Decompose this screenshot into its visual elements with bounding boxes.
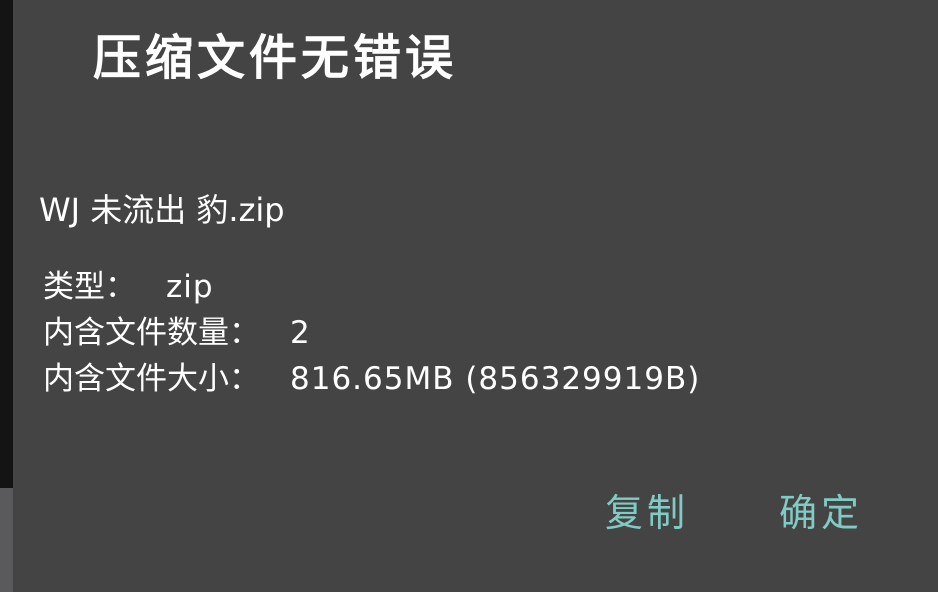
left-edge-strip (0, 0, 13, 488)
file-size-value: 816.65MB (856329919B) (290, 361, 701, 397)
file-count-label: 内含文件数量： (43, 315, 260, 351)
info-row-type: 类型： zip (43, 264, 700, 310)
ok-button[interactable]: 确定 (779, 492, 863, 535)
left-edge-strip-lower (0, 488, 13, 592)
file-count-value: 2 (290, 315, 311, 351)
type-label: 类型： (43, 269, 136, 305)
archive-info: 类型： zip 内含文件数量： 2 内含文件大小： 816.65MB (8563… (43, 264, 700, 402)
type-value: zip (166, 269, 214, 305)
screen: 压缩文件无错误 WJ 未流出 豹.zip 类型： zip 内含文件数量： 2 内… (0, 0, 938, 592)
dialog-title: 压缩文件无错误 (93, 30, 458, 86)
file-size-label: 内含文件大小： (43, 361, 260, 397)
archive-check-dialog: 压缩文件无错误 WJ 未流出 豹.zip 类型： zip 内含文件数量： 2 内… (13, 0, 938, 592)
archive-file-name: WJ 未流出 豹.zip (39, 191, 285, 229)
info-row-file-count: 内含文件数量： 2 (43, 310, 700, 356)
copy-button[interactable]: 复制 (605, 492, 689, 535)
dialog-button-bar: 复制 确定 (605, 492, 863, 535)
info-row-file-size: 内含文件大小： 816.65MB (856329919B) (43, 356, 700, 402)
